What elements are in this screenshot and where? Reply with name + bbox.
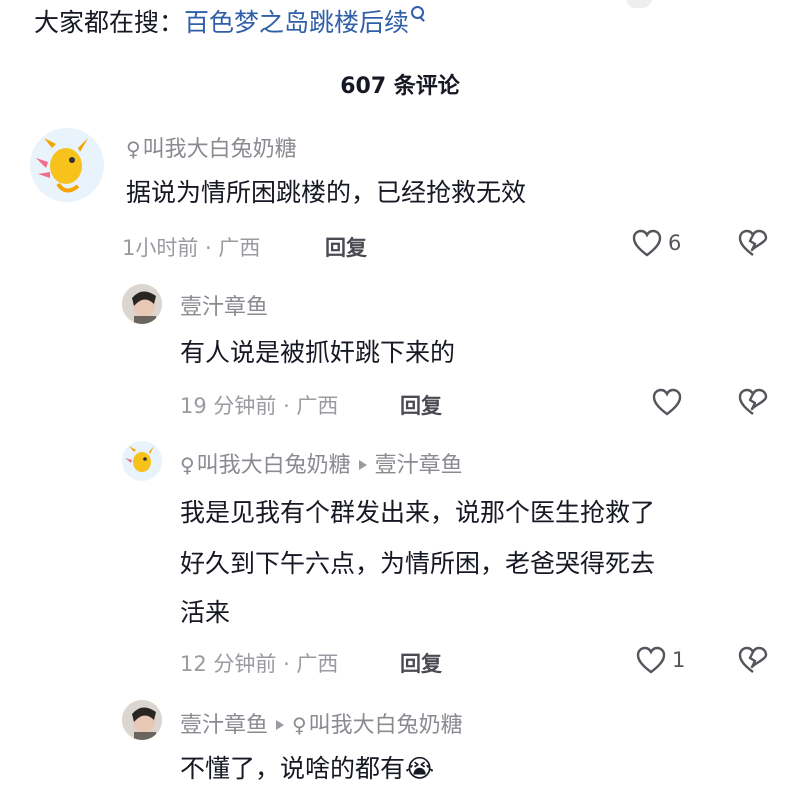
broken-heart-icon [738,646,768,673]
avatar[interactable] [122,441,162,481]
heart-icon [636,646,666,674]
heart-icon [632,229,662,257]
reply-username[interactable]: ♀叫我大白兔奶糖 壹汁章鱼 [180,447,463,479]
reply-to-username[interactable]: 壹汁章鱼 [375,453,463,478]
female-icon: ♀ [180,453,195,477]
dislike-button[interactable] [738,229,768,257]
reply-arrow-icon [358,460,367,470]
reply-username[interactable]: 壹汁章鱼 ♀叫我大白兔奶糖 [180,707,463,739]
like-button[interactable] [652,388,682,416]
top-handle [626,0,652,8]
reply-text-line: 我是见我有个群发出来，说那个医生抢救了 [180,498,656,527]
search-suggestion-label: 大家都在搜： [34,8,185,37]
avatar-image [30,128,104,202]
reply-text-line: 好久到下午六点，为情所困，老爸哭得死去 [180,549,656,578]
broken-heart-icon [738,388,768,415]
avatar-image [122,700,162,740]
search-suggestion[interactable]: 大家都在搜：百色梦之岛跳楼后续 [34,6,425,40]
like-count: 1 [672,648,686,672]
heart-icon [652,388,682,416]
search-suggestion-term[interactable]: 百色梦之岛跳楼后续 [184,8,409,37]
reply-username[interactable]: 壹汁章鱼 [180,289,268,321]
avatar[interactable] [122,700,162,740]
search-icon [411,6,425,19]
dislike-button[interactable] [738,646,768,674]
avatar-image [122,441,162,481]
female-icon: ♀ [126,137,141,161]
comment-time: 1小时前 · 广西 [122,236,261,260]
comment-count: 607 条评论 [340,74,460,99]
reply-time: 19 分钟前 · 广西 [180,394,339,418]
reply-text: 不懂了，说啥的都有😭 [180,754,435,783]
reply-time: 12 分钟前 · 广西 [180,652,339,676]
reply-text: 有人说是被抓奸跳下来的 [180,338,456,367]
like-button[interactable]: 6 [632,229,681,257]
reply-arrow-icon [276,720,285,730]
reply-button[interactable]: 回复 [400,648,442,678]
broken-heart-icon [738,229,768,256]
avatar[interactable] [122,284,162,324]
dislike-button[interactable] [738,388,768,416]
female-icon: ♀ [292,713,307,737]
reply-button[interactable]: 回复 [325,232,367,262]
crying-emoji: 😭 [405,754,435,783]
avatar-image [122,284,162,324]
reply-to-username[interactable]: 叫我大白兔奶糖 [309,713,463,738]
like-button[interactable]: 1 [636,646,685,674]
avatar[interactable] [30,128,104,202]
comment-username[interactable]: ♀叫我大白兔奶糖 [126,131,297,163]
like-count: 6 [668,231,682,255]
reply-text-line: 活来 [180,598,231,627]
reply-button[interactable]: 回复 [400,390,442,420]
comment-text: 据说为情所困跳楼的，已经抢救无效 [126,178,527,207]
